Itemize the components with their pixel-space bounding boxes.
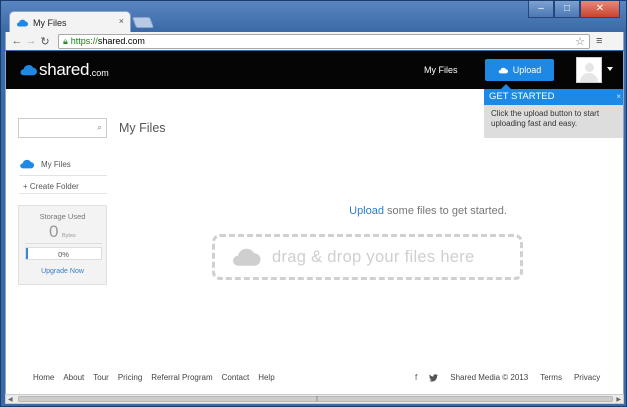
footer-link-home[interactable]: Home (33, 373, 54, 382)
window-controls: ‒ □ ✕ (528, 1, 620, 18)
upload-button[interactable]: Upload (485, 59, 554, 81)
chevron-down-icon[interactable] (607, 67, 613, 71)
copyright: Shared Media © 2013 (450, 373, 529, 382)
logo[interactable]: shared .com (19, 60, 109, 80)
footer-link-privacy[interactable]: Privacy (574, 373, 600, 382)
reload-icon[interactable]: ↻ (38, 35, 52, 48)
hamburger-icon[interactable]: ≡ (596, 35, 602, 47)
popover-title: GET STARTED (489, 91, 555, 102)
sidebar-item-label: My Files (41, 159, 71, 169)
new-tab-button[interactable] (131, 17, 155, 28)
browser-window: ‒ □ ✕ My Files × ← → ↻ 🔒︎ https:// share… (0, 0, 627, 407)
scrollbar-grip-icon: ||| (316, 396, 318, 402)
sidebar-item-my-files[interactable]: My Files (19, 159, 71, 169)
brand-name: shared (39, 60, 90, 79)
divider (25, 243, 102, 244)
cloud-icon (233, 248, 261, 266)
divider (19, 193, 107, 194)
browser-tab[interactable]: My Files × (9, 11, 131, 33)
maximize-button[interactable]: □ (554, 1, 580, 18)
nav-my-files-link[interactable]: My Files (424, 65, 458, 75)
star-icon[interactable]: ☆ (575, 35, 585, 48)
cloud-icon (17, 19, 28, 26)
footer-link-terms[interactable]: Terms (540, 373, 562, 382)
drop-zone[interactable]: drag & drop your files here (212, 234, 523, 280)
close-icon[interactable]: × (616, 89, 621, 105)
site-footer: Home About Tour Pricing Referral Program… (6, 373, 623, 387)
search-icon[interactable]: ⌕ (97, 122, 102, 133)
lock-icon: 🔒︎ (63, 35, 68, 46)
storage-progress-bar: 0% (25, 247, 102, 260)
facebook-icon[interactable]: f (415, 373, 417, 382)
prompt-text: some files to get started. (383, 205, 507, 217)
close-window-button[interactable]: ✕ (580, 1, 620, 18)
page-content: shared .com My Files Upload GET STARTED … (5, 51, 624, 394)
upload-button-label: Upload (512, 65, 542, 75)
arrow-right-icon[interactable]: → (24, 35, 38, 47)
search-field[interactable]: ⌕ (18, 118, 107, 139)
tab-title: My Files (33, 17, 67, 28)
create-folder-link[interactable]: + Create Folder (23, 182, 79, 191)
footer-link-referral[interactable]: Referral Program (151, 373, 212, 382)
page-title: My Files (119, 121, 166, 135)
upgrade-link[interactable]: Upgrade Now (19, 268, 106, 275)
footer-link-pricing[interactable]: Pricing (118, 373, 142, 382)
footer-right: f Shared Media © 2013 Terms Privacy (415, 373, 600, 382)
upload-link[interactable]: Upload (349, 205, 384, 217)
site-header: shared .com My Files Upload (6, 51, 623, 89)
footer-link-help[interactable]: Help (258, 373, 274, 382)
arrow-left-icon[interactable]: ← (10, 35, 24, 47)
address-bar[interactable]: 🔒︎ https:// shared.com ☆ (58, 33, 590, 49)
scroll-right-icon[interactable]: ▶ (616, 396, 621, 403)
footer-links: Home About Tour Pricing Referral Program… (33, 373, 275, 382)
minimize-button[interactable]: ‒ (528, 1, 554, 18)
brand-tld: .com (89, 67, 109, 78)
scroll-left-icon[interactable]: ◀ (8, 396, 13, 403)
twitter-icon[interactable] (429, 373, 439, 382)
storage-unit: Bytes (62, 233, 76, 239)
avatar-body (580, 73, 598, 82)
storage-panel: Storage Used 0 Bytes 0% Upgrade Now (18, 205, 107, 285)
tab-close-icon[interactable]: × (119, 16, 124, 26)
avatar[interactable] (576, 57, 602, 83)
cloud-icon (20, 159, 34, 169)
footer-link-tour[interactable]: Tour (93, 373, 109, 382)
popover-header: GET STARTED × (484, 89, 623, 105)
avatar-head (585, 63, 594, 72)
storage-value: 0 (49, 222, 59, 241)
url-host: shared.com (97, 36, 145, 46)
browser-toolbar: ← → ↻ 🔒︎ https:// shared.com ☆ ≡ (5, 32, 624, 50)
empty-state-prompt: Upload some files to get started. (6, 205, 623, 217)
drop-zone-text: drag & drop your files here (272, 247, 475, 266)
popover-body: Click the upload button to start uploadi… (491, 109, 600, 128)
cloud-icon (498, 67, 508, 73)
horizontal-scrollbar[interactable]: ◀ ||| ▶ (5, 394, 624, 404)
url-scheme: https:// (70, 36, 98, 46)
footer-link-about[interactable]: About (63, 373, 84, 382)
footer-link-contact[interactable]: Contact (222, 373, 250, 382)
divider (19, 175, 107, 176)
get-started-popover: GET STARTED × Click the upload button to… (484, 89, 623, 138)
search-input[interactable] (19, 120, 89, 139)
cloud-icon (20, 65, 37, 76)
storage-percent: 0% (58, 250, 69, 259)
